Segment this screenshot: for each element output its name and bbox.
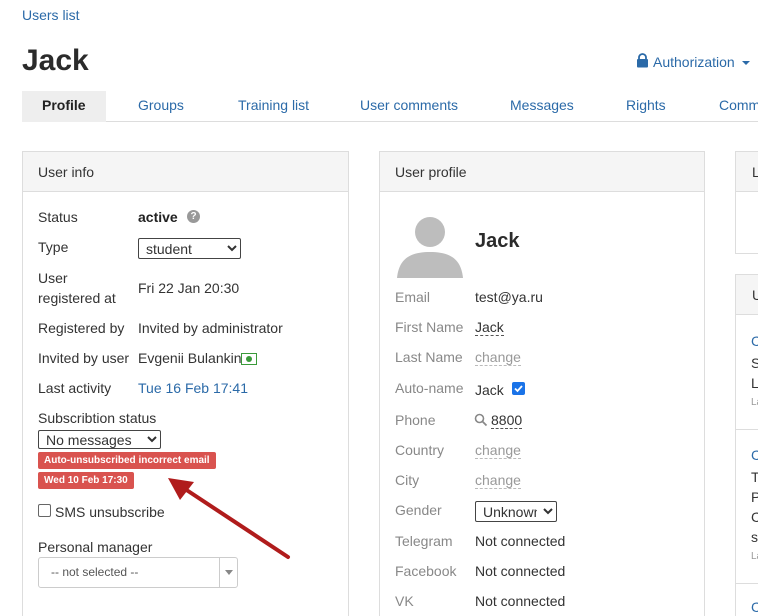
type-label: Type xyxy=(38,239,69,255)
tab-messages[interactable]: Messages xyxy=(510,91,574,122)
facebook-value: Not connected xyxy=(475,563,566,579)
right-panel-bottom: U xyxy=(735,274,758,616)
authorization-dropdown[interactable]: Authorization xyxy=(636,53,750,71)
last-name-change-link[interactable]: change xyxy=(475,349,521,366)
gender-select[interactable]: Unknown xyxy=(475,501,557,522)
phone-label: Phone xyxy=(395,412,436,428)
vk-value: Not connected xyxy=(475,593,566,609)
registered-at-value: Fri 22 Jan 20:30 xyxy=(138,280,240,296)
avatar[interactable] xyxy=(395,208,465,281)
tab-profile[interactable]: Profile xyxy=(22,91,106,122)
right-item-2-text-b: P xyxy=(751,489,758,505)
right-item-1-meta: La xyxy=(751,397,758,408)
right-divider-1 xyxy=(736,429,758,430)
telegram-value: Not connected xyxy=(475,533,566,549)
tab-user-comments[interactable]: User comments xyxy=(360,91,458,122)
unsubscribe-date-badge: Wed 10 Feb 17:30 xyxy=(38,472,134,489)
tab-rights[interactable]: Rights xyxy=(626,91,666,122)
authorization-label: Authorization xyxy=(653,54,735,70)
user-card-icon[interactable] xyxy=(241,352,257,368)
status-label: Status xyxy=(38,209,78,225)
telegram-label: Telegram xyxy=(395,533,453,549)
registered-label-line2: registered at xyxy=(38,290,116,306)
sms-unsubscribe-label: SMS unsubscribe xyxy=(55,504,165,520)
profile-name: Jack xyxy=(475,230,520,252)
page-title: Jack xyxy=(22,44,89,77)
right-panel-top: L xyxy=(735,151,758,254)
user-profile-heading: User profile xyxy=(380,152,704,192)
personal-manager-label: Personal manager xyxy=(38,539,153,555)
right-item-2-meta: La xyxy=(751,551,758,562)
country-label: Country xyxy=(395,442,445,458)
registered-by-label: Registered by xyxy=(38,320,125,336)
right-item-2-text-c: C xyxy=(751,509,758,525)
tabs-bar: Profile Groups Training list User commen… xyxy=(22,91,758,122)
auto-unsubscribed-badge: Auto-unsubscribed incorrect email xyxy=(38,452,216,469)
subscription-select[interactable]: No messages xyxy=(38,430,161,449)
breadcrumb-users-list[interactable]: Users list xyxy=(22,7,80,23)
city-label: City xyxy=(395,472,420,488)
personal-manager-value: -- not selected -- xyxy=(51,565,139,579)
right-item-2-text-d: s xyxy=(751,529,758,545)
user-info-heading: User info xyxy=(23,152,348,192)
auto-name-checkbox[interactable] xyxy=(512,382,525,395)
right-item-3-link[interactable]: C xyxy=(751,599,758,615)
email-value: test@ya.ru xyxy=(475,289,543,305)
last-name-label: Last Name xyxy=(395,349,463,365)
search-icon[interactable] xyxy=(474,413,488,430)
help-icon[interactable]: ? xyxy=(187,210,200,223)
auto-name-label: Auto-name xyxy=(395,380,464,396)
right-item-2-text-a: T xyxy=(751,469,758,485)
tab-groups[interactable]: Groups xyxy=(138,91,184,122)
tab-training-list[interactable]: Training list xyxy=(238,91,309,122)
tab-comments[interactable]: Comm xyxy=(719,91,758,122)
auto-name-value: Jack xyxy=(475,382,504,398)
lock-icon xyxy=(636,53,649,71)
invited-by-label: Invited by user xyxy=(38,350,130,366)
right-item-2-link[interactable]: C xyxy=(751,447,758,463)
country-change-link[interactable]: change xyxy=(475,442,521,459)
right-panel-bottom-heading: U xyxy=(736,275,758,315)
city-change-link[interactable]: change xyxy=(475,472,521,489)
right-divider-2 xyxy=(736,583,758,584)
sms-unsubscribe-checkbox[interactable] xyxy=(38,504,51,517)
facebook-label: Facebook xyxy=(395,563,457,579)
type-select[interactable]: student xyxy=(138,238,241,259)
vk-label: VK xyxy=(395,593,414,609)
phone-value[interactable]: 8800 xyxy=(491,412,523,429)
status-value: active xyxy=(138,209,178,225)
email-label: Email xyxy=(395,289,431,305)
right-item-1-text-b: L xyxy=(751,375,758,391)
first-name-value[interactable]: Jack xyxy=(475,319,504,336)
right-panel-top-heading: L xyxy=(736,152,758,192)
annotation-arrow-icon xyxy=(168,478,290,559)
caret-down-icon xyxy=(741,61,750,65)
last-activity-label: Last activity xyxy=(38,380,112,396)
gender-label: Gender xyxy=(395,502,442,518)
invited-by-value: Evgenii Bulankin xyxy=(138,350,242,366)
last-activity-value[interactable]: Tue 16 Feb 17:41 xyxy=(138,378,248,398)
registered-by-value: Invited by administrator xyxy=(138,320,283,336)
registered-label-line1: User xyxy=(38,270,68,286)
right-item-1-text-a: S xyxy=(751,355,758,371)
first-name-label: First Name xyxy=(395,319,464,335)
right-item-1-link[interactable]: C xyxy=(751,333,758,349)
subscription-label: Subscribtion status xyxy=(38,410,157,426)
